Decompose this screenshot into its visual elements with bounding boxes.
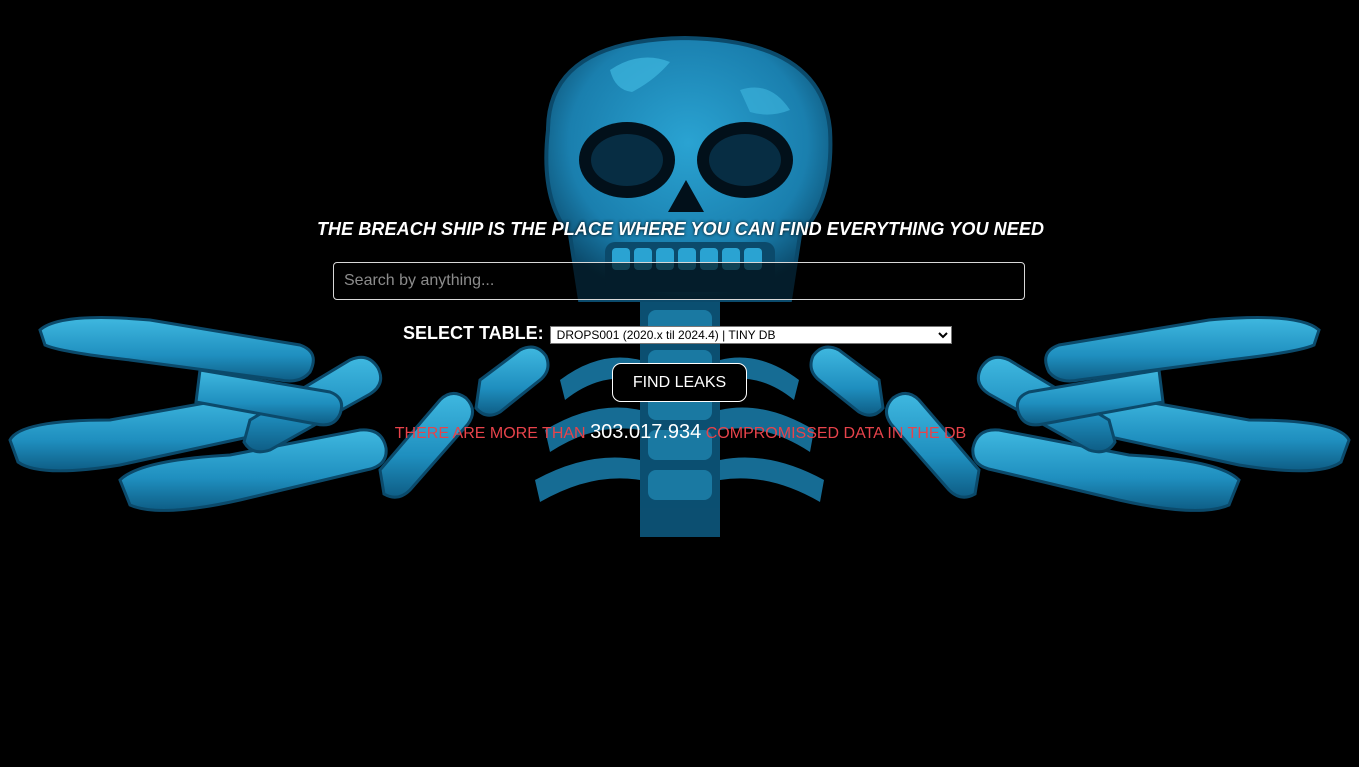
stats-prefix: THERE ARE MORE THAN [394,425,591,442]
main-content: THE BREACH SHIP IS THE PLACE WHERE YOU C… [0,0,1359,537]
table-select[interactable]: DROPS001 (2020.x til 2024.4) | TINY DB [549,325,952,344]
page-headline: THE BREACH SHIP IS THE PLACE WHERE YOU C… [316,219,1045,239]
select-table-label: SELECT TABLE: [403,322,544,343]
stats-suffix: COMPROMISSED DATA IN THE DB [701,425,967,442]
search-input[interactable] [333,262,1025,300]
stats-line: THERE ARE MORE THAN 303.017.934 COMPROMI… [0,421,1359,444]
table-select-row: SELECT TABLE: DROPS001 (2020.x til 2024.… [403,321,952,345]
page: THE BREACH SHIP IS THE PLACE WHERE YOU C… [0,0,1359,767]
stats-count: 303.017.934 [590,421,702,443]
find-leaks-button[interactable]: FIND LEAKS [612,363,747,402]
